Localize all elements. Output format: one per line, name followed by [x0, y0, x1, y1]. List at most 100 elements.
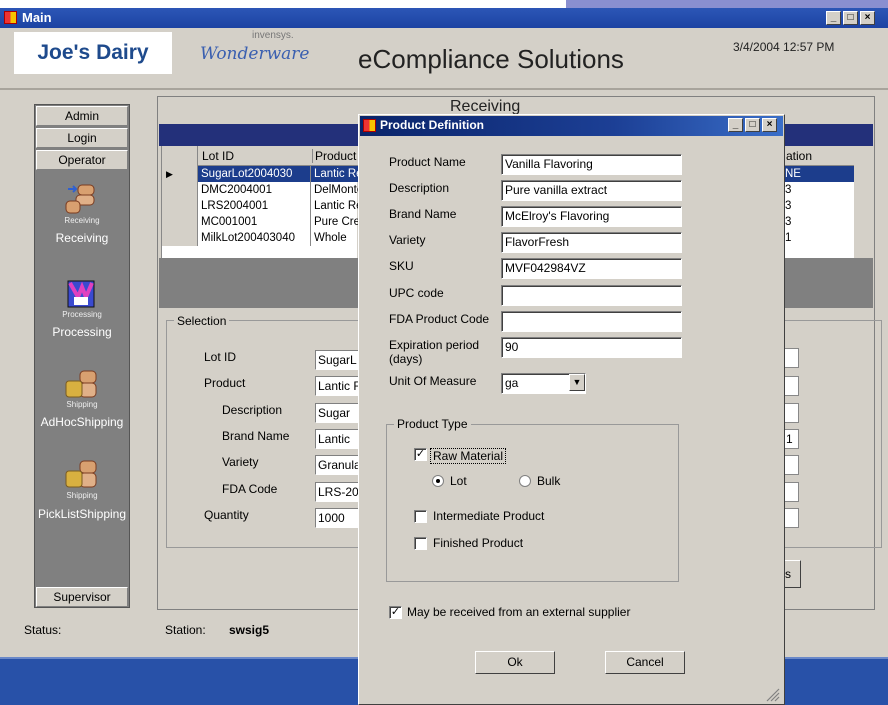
uom-select[interactable]: ga ▼	[501, 373, 586, 394]
sel-description-field[interactable]: Sugar	[315, 403, 360, 423]
sel-brand-field[interactable]: Lantic	[315, 429, 360, 449]
cell-lot-id: SugarLot2004030	[198, 166, 310, 182]
dialog-minimize-button[interactable]: _	[728, 118, 743, 132]
sel-quantity-field[interactable]: 1000	[315, 508, 360, 528]
sel-fda-code-label: FDA Code	[222, 482, 278, 496]
external-supplier-label: May be received from an external supplie…	[407, 605, 631, 619]
raw-material-checkbox[interactable]: ✓	[414, 448, 427, 461]
expiration-label: Expiration period (days)	[389, 338, 479, 366]
sel-fda-code-field[interactable]: LRS-20	[315, 482, 360, 502]
nav-item-adhocshipping[interactable]: Shipping AdHocShipping	[35, 367, 129, 437]
table-row[interactable]: MC001001 Pure Cre	[162, 214, 358, 230]
column-location[interactable]: ation	[786, 149, 812, 163]
right-field[interactable]: 1	[783, 429, 799, 449]
column-lot-id[interactable]: Lot ID	[202, 149, 234, 163]
adhocshipping-label: AdHocShipping	[40, 415, 124, 429]
lot-grid: Lot ID Product ▶ SugarLot2004030 Lantic …	[161, 146, 358, 258]
finished-checkbox[interactable]	[414, 537, 427, 550]
close-button[interactable]: ×	[860, 11, 875, 25]
maximize-button[interactable]: □	[843, 11, 858, 25]
cell-product: DelMonte	[310, 182, 358, 198]
cancel-button[interactable]: Cancel	[605, 651, 685, 674]
admin-button[interactable]: Admin	[36, 106, 128, 126]
bulk-radio[interactable]	[519, 475, 531, 487]
dialog-close-button[interactable]: ×	[762, 118, 777, 132]
lot-radio[interactable]	[432, 475, 444, 487]
processing-label: Processing	[52, 325, 112, 339]
right-field[interactable]	[783, 403, 799, 423]
sku-field[interactable]: MVF042984VZ	[501, 258, 682, 279]
wonderware-text: Wonderware	[200, 44, 310, 64]
row-header	[162, 214, 198, 230]
processing-icon	[67, 280, 95, 308]
upc-code-field[interactable]	[501, 285, 682, 306]
lot-radio-label: Lot	[450, 474, 467, 488]
dialog-maximize-button[interactable]: □	[745, 118, 760, 132]
product-name-label: Product Name	[389, 155, 466, 169]
sel-quantity-label: Quantity	[204, 508, 249, 522]
nav-item-processing[interactable]: Processing Processing	[35, 277, 129, 347]
cell-location: 3	[785, 184, 792, 196]
cell-lot-id: MilkLot200403040	[201, 232, 295, 244]
variety-field[interactable]: FlavorFresh	[501, 232, 682, 253]
intermediate-checkbox[interactable]	[414, 510, 427, 523]
expiration-label-line2: (days)	[389, 352, 423, 366]
resize-grip-icon[interactable]	[764, 686, 780, 702]
dialog-app-icon	[363, 119, 376, 132]
right-field[interactable]	[783, 482, 799, 502]
datetime-display: 3/4/2004 12:57 PM	[733, 40, 835, 54]
cell-location: 3	[785, 216, 792, 228]
minimize-button[interactable]: _	[826, 11, 841, 25]
operator-button[interactable]: Operator	[36, 150, 128, 170]
brand-name-field[interactable]: McElroy's Flavoring	[501, 206, 682, 227]
nav-item-picklistshipping[interactable]: Shipping PickListShipping	[35, 457, 129, 527]
product-name-field[interactable]: Vanilla Flavoring	[501, 154, 682, 175]
desktop-corner	[566, 0, 888, 8]
raw-material-label[interactable]: Raw Material	[430, 448, 507, 464]
ok-button[interactable]: Ok	[475, 651, 555, 674]
main-titlebar	[0, 8, 888, 28]
cell-product: Whole	[310, 230, 358, 246]
wonderware-logo: invensys. Wonderware	[190, 30, 310, 74]
cell-location: 1	[785, 232, 792, 244]
column-product[interactable]: Product	[312, 149, 356, 163]
table-row[interactable]: ▶ SugarLot2004030 Lantic Re	[162, 166, 358, 182]
right-field[interactable]	[783, 508, 799, 528]
supervisor-button[interactable]: Supervisor	[36, 587, 128, 607]
sel-brand-label: Brand Name	[222, 429, 290, 443]
sel-lot-id-field[interactable]: SugarL	[315, 350, 360, 370]
description-field[interactable]: Pure vanilla extract	[501, 180, 682, 201]
window-title: Main	[22, 10, 52, 25]
shipping-icon	[65, 460, 97, 488]
sel-lot-id-label: Lot ID	[204, 350, 237, 364]
sel-product-field[interactable]: Lantic F	[315, 376, 360, 396]
processing-small-label: Processing	[62, 310, 102, 319]
right-field[interactable]	[783, 455, 799, 475]
nav-item-receiving[interactable]: Receiving Receiving	[35, 181, 129, 251]
product-type-label: Product Type	[394, 417, 471, 431]
expiration-field[interactable]: 90	[501, 337, 682, 358]
bulk-radio-label: Bulk	[537, 474, 561, 488]
fda-product-code-field[interactable]	[501, 311, 682, 332]
grid-right-part: ation NE 3 3 3 1	[782, 146, 854, 258]
right-field[interactable]	[783, 376, 799, 396]
cell-product: Lantic Re	[310, 198, 358, 214]
login-button[interactable]: Login	[36, 128, 128, 148]
chevron-down-icon[interactable]: ▼	[569, 374, 585, 391]
table-row[interactable]: DMC2004001 DelMonte	[162, 182, 358, 198]
sel-variety-field[interactable]: Granula	[315, 455, 360, 475]
expiration-label-line1: Expiration period	[389, 338, 480, 352]
shipping-icon	[65, 370, 97, 398]
partial-button[interactable]: s	[783, 560, 801, 588]
finished-label: Finished Product	[433, 536, 524, 550]
right-field[interactable]	[783, 348, 799, 368]
cell-location: NE	[782, 166, 854, 182]
nav-panel: Admin Login Operator Receiving Receiving…	[34, 104, 130, 608]
table-row[interactable]: LRS2004001 Lantic Re	[162, 198, 358, 214]
app-icon	[4, 11, 17, 24]
station-value: swsig5	[229, 623, 270, 637]
row-header	[162, 198, 198, 214]
status-label: Status:	[24, 623, 62, 637]
table-row[interactable]: MilkLot200403040 Whole	[162, 230, 358, 246]
external-supplier-checkbox[interactable]: ✓	[389, 606, 402, 619]
